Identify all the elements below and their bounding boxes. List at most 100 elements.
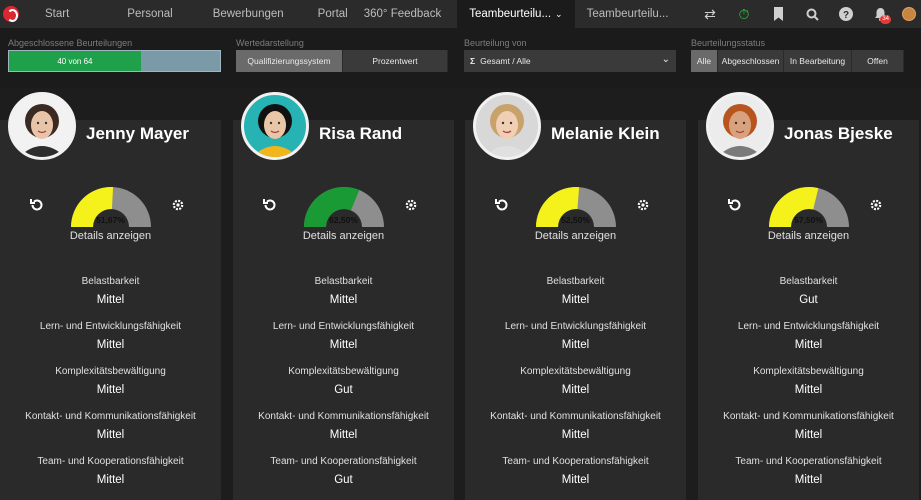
employee-card-header: Jonas Bjeske: [698, 92, 919, 162]
criterion-label: Lern- und Entwicklungsfähigkeit: [737, 321, 880, 332]
employee-name: Risa Rand: [319, 124, 403, 143]
criterion-label: Komplexitätsbewältigung: [520, 366, 631, 377]
criterion-label: Komplexitätsbewältigung: [288, 366, 399, 377]
display-label: Wertedarstellung: [236, 38, 304, 48]
settings-gear-icon[interactable]: [869, 198, 883, 215]
nav-personal[interactable]: Personal: [81, 0, 200, 28]
criterion-label: Lern- und Entwicklungsfähigkeit: [504, 321, 647, 332]
employee-name: Melanie Klein: [551, 124, 660, 143]
criterion-item: Team- und Kooperationsfähigkeit Mittel: [698, 456, 919, 486]
criterion-label: Team- und Kooperationsfähigkeit: [735, 456, 882, 467]
employee-card-2: Risa Rand 62,50% Details anzeigen Belast…: [233, 92, 454, 500]
settings-gear-icon[interactable]: [404, 198, 418, 215]
criterion-label: Belastbarkeit: [779, 276, 838, 287]
criterion-item: Kontakt- und Kommunikationsfähigkeit Mitt…: [698, 411, 919, 441]
reset-icon[interactable]: [494, 197, 510, 217]
criterion-item: Team- und Kooperationsfähigkeit Mittel: [465, 456, 686, 486]
notification-count-badge: 34: [880, 15, 891, 24]
criterion-value: Mittel: [794, 474, 823, 486]
timer-icon[interactable]: ⏱: [727, 0, 761, 28]
criterion-item: Kontakt- und Kommunikationsfähigkeit Mitt…: [0, 411, 221, 441]
score-percent: 62,50%: [329, 215, 358, 225]
criterion-value: Gut: [799, 294, 818, 306]
criterion-label: Lern- und Entwicklungsfähigkeit: [39, 321, 182, 332]
status-option-in-bearbeitung[interactable]: In Bearbeitung: [784, 50, 852, 72]
criterion-value: Mittel: [794, 429, 823, 441]
settings-gear-icon[interactable]: [636, 198, 650, 215]
display-group: Wertedarstellung Qualifizierungssystem P…: [236, 38, 448, 72]
employee-photo: [241, 92, 309, 160]
completed-group: Abgeschlossene Beurteilungen 40 von 64: [8, 38, 221, 72]
employee-card-header: Risa Rand: [233, 92, 454, 162]
criterion-value: Mittel: [561, 474, 590, 486]
criterion-item: Belastbarkeit Mittel: [0, 276, 221, 306]
employee-card-4: Jonas Bjeske 57,50% Details anzeigen Bel…: [698, 92, 919, 500]
employee-photo: [706, 92, 774, 160]
criterion-item: Komplexitätsbewältigung Mittel: [0, 366, 221, 396]
source-select[interactable]: Σ Gesamt / Alle ⌄: [464, 50, 676, 72]
completed-label: Abgeschlossene Beurteilungen: [8, 38, 133, 48]
status-toggle: Alle Abgeschlossen In Bearbeitung Offen: [691, 50, 904, 72]
criterion-item: Kontakt- und Kommunikationsfähigkeit Mitt…: [233, 411, 454, 441]
user-avatar[interactable]: [897, 0, 921, 28]
status-option-alle[interactable]: Alle: [691, 50, 718, 72]
nav-bewerbungen[interactable]: Bewerbungen: [201, 0, 306, 28]
criterion-item: Team- und Kooperationsfähigkeit Mittel: [0, 456, 221, 486]
chevron-down-icon[interactable]: ⌄: [555, 9, 563, 19]
status-label: Beurteilungsstatus: [691, 38, 766, 48]
sigma-icon: Σ: [470, 56, 476, 66]
completed-progress: 40 von 64: [8, 50, 221, 72]
criterion-value: Mittel: [794, 339, 823, 351]
score-percent: 57,50%: [794, 215, 823, 225]
criterion-value: Gut: [334, 474, 353, 486]
criterion-item: Kontakt- und Kommunikationsfähigkeit Mitt…: [465, 411, 686, 441]
criterion-item: Komplexitätsbewältigung Mittel: [698, 366, 919, 396]
details-link[interactable]: Details anzeigen: [0, 230, 221, 242]
reset-icon[interactable]: [29, 197, 45, 217]
criterion-item: Belastbarkeit Mittel: [465, 276, 686, 306]
reset-icon[interactable]: [262, 197, 278, 217]
criterion-item: Komplexitätsbewältigung Mittel: [465, 366, 686, 396]
criterion-item: Lern- und Entwicklungsfähigkeit Mittel: [465, 321, 686, 351]
criterion-item: Lern- und Entwicklungsfähigkeit Mittel: [698, 321, 919, 351]
score-percent: 51,67%: [96, 215, 125, 225]
nav-teambeurteilung-2[interactable]: Teambeurteilu...: [575, 0, 681, 28]
nav-teambeurteilung-active[interactable]: Teambeurteilu... ⌄: [457, 0, 575, 28]
app-logo[interactable]: [3, 6, 19, 22]
notification-bell-icon[interactable]: 34: [863, 0, 897, 28]
criterion-label: Kontakt- und Kommunikationsfähigkeit: [258, 411, 429, 422]
criterion-value: Mittel: [329, 294, 358, 306]
criterion-item: Team- und Kooperationsfähigkeit Gut: [233, 456, 454, 486]
criterion-item: Komplexitätsbewältigung Gut: [233, 366, 454, 396]
criterion-value: Mittel: [96, 384, 125, 396]
svg-text:?: ?: [843, 10, 849, 21]
criterion-item: Lern- und Entwicklungsfähigkeit Mittel: [0, 321, 221, 351]
details-link[interactable]: Details anzeigen: [465, 230, 686, 242]
nav-portal[interactable]: Portal: [306, 0, 362, 28]
details-link[interactable]: Details anzeigen: [233, 230, 454, 242]
help-icon[interactable]: ?: [829, 0, 863, 28]
criterion-value: Mittel: [561, 384, 590, 396]
search-icon[interactable]: [795, 0, 829, 28]
criterion-label: Belastbarkeit: [314, 276, 373, 287]
reset-icon[interactable]: [727, 197, 743, 217]
display-option-percent[interactable]: Prozentwert: [343, 50, 448, 72]
nav-start[interactable]: Start: [33, 0, 81, 28]
criterion-value: Gut: [334, 384, 353, 396]
bookmark-icon[interactable]: [761, 0, 795, 28]
nav-360-feedback[interactable]: 360° Feedback: [362, 0, 458, 28]
criterion-label: Komplexitätsbewältigung: [55, 366, 166, 377]
score-gauge-area: 57,50%: [698, 182, 919, 232]
source-label: Beurteilung von: [464, 38, 527, 48]
details-link[interactable]: Details anzeigen: [698, 230, 919, 242]
status-option-abgeschlossen[interactable]: Abgeschlossen: [718, 50, 784, 72]
employee-photo: [8, 92, 76, 160]
criterion-value: Mittel: [96, 429, 125, 441]
chevron-down-icon: ⌄: [661, 54, 670, 65]
employee-name: Jonas Bjeske: [784, 124, 893, 143]
swap-icon[interactable]: ⇄: [693, 0, 727, 28]
settings-gear-icon[interactable]: [171, 198, 185, 215]
status-option-offen[interactable]: Offen: [852, 50, 904, 72]
criterion-label: Belastbarkeit: [546, 276, 605, 287]
display-option-qualification[interactable]: Qualifizierungssystem: [236, 50, 343, 72]
